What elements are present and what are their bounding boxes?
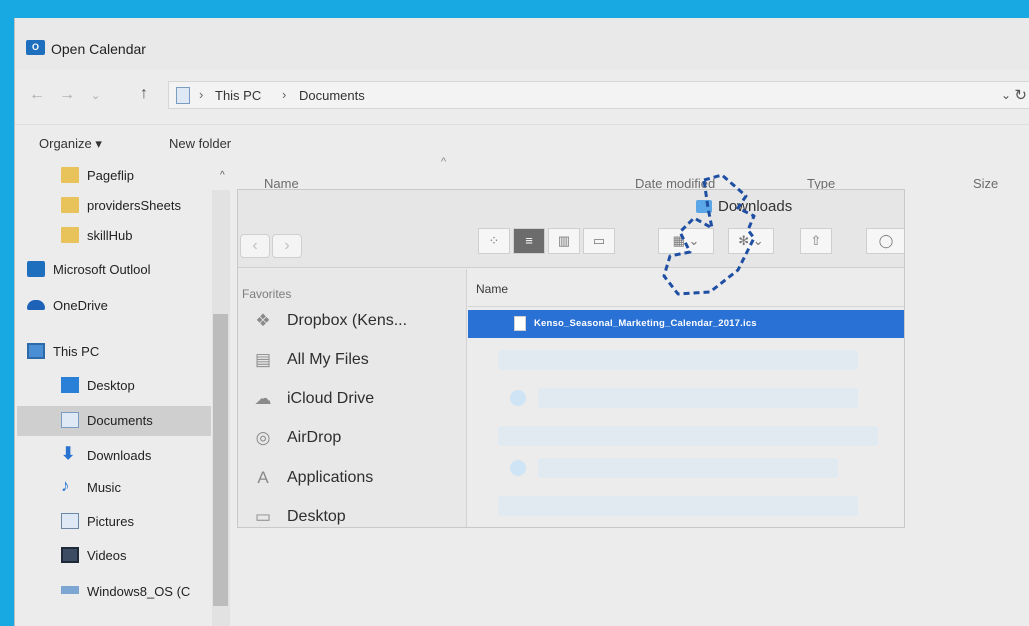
- blurred-file-row: [538, 458, 838, 478]
- nav-item-label: Microsoft Outlool: [53, 262, 151, 277]
- mac-finder-overlay: Downloads ‹ › ⁘ ≡ ▥ ▭ ▦ ⌄ ✻ ⌄ ⇧ ◯ Favori…: [237, 189, 905, 528]
- scroll-up-icon[interactable]: ^: [220, 170, 225, 181]
- sidebar-item-label: iCloud Drive: [287, 390, 375, 407]
- applications-icon: A: [257, 468, 269, 487]
- share-icon[interactable]: ⇧: [800, 228, 832, 254]
- nav-item-label: providersSheets: [87, 198, 181, 213]
- dropbox-icon: ❖: [255, 311, 271, 330]
- column-view-button[interactable]: ▥: [548, 228, 580, 254]
- sidebar-item-label: Applications: [287, 469, 374, 486]
- pictures-icon: [61, 513, 79, 529]
- blurred-file-icon: [510, 460, 526, 476]
- sort-caret-icon: ^: [441, 156, 447, 168]
- back-arrow-icon[interactable]: ←: [29, 86, 45, 104]
- nav-item-label: Pictures: [87, 514, 134, 529]
- hand-cursor-icon: [662, 173, 756, 296]
- airdrop-icon: ◎: [255, 428, 271, 447]
- command-bar: Organize ▾ New folder: [15, 124, 1029, 162]
- favorites-heading: Favorites: [242, 287, 292, 301]
- nav-item-label: Videos: [87, 548, 127, 563]
- organize-button[interactable]: Organize ▾: [39, 136, 102, 152]
- ics-file-icon: [514, 316, 526, 331]
- refresh-icon[interactable]: ↻: [1014, 86, 1027, 104]
- column-size[interactable]: Size: [973, 176, 998, 191]
- nav-item-label: This PC: [53, 344, 100, 359]
- address-row: ← → ⌄ ↑ › This PC › Documents ⌄ ↻: [15, 78, 1029, 114]
- selected-file-name: Kenso_Seasonal_Marketing_Calendar_2017.i…: [534, 318, 757, 329]
- cover-flow-button[interactable]: ▭: [583, 228, 615, 254]
- icon-view-button[interactable]: ⁘: [478, 228, 510, 254]
- blurred-file-row: [538, 388, 858, 408]
- nav-item-label: Windows8_OS (C: [87, 584, 191, 599]
- finder-forward-button[interactable]: ›: [272, 234, 302, 258]
- forward-arrow-icon[interactable]: →: [59, 86, 75, 104]
- blurred-file-row: [498, 496, 858, 516]
- folder-icon: [61, 167, 79, 183]
- blurred-file-row: [498, 426, 878, 446]
- outlook-icon: [27, 261, 45, 277]
- tag-button[interactable]: ◯: [866, 228, 904, 254]
- desktop-icon: ▭: [254, 507, 272, 526]
- folder-icon: [61, 197, 79, 213]
- new-folder-button[interactable]: New folder: [169, 136, 231, 151]
- nav-item-label: skillHub: [87, 228, 133, 243]
- files-icon: ▤: [254, 350, 272, 369]
- nav-item-label: Documents: [87, 413, 153, 428]
- title-bar: O Open Calendar: [15, 18, 1029, 70]
- nav-item-documents[interactable]: Documents: [17, 406, 211, 436]
- download-icon: ⬇: [61, 444, 76, 463]
- recent-locations-icon[interactable]: ⌄: [91, 89, 100, 102]
- computer-icon: [27, 343, 45, 359]
- address-bar[interactable]: › This PC › Documents ⌄ ↻: [168, 81, 1029, 109]
- videos-icon: [61, 547, 79, 563]
- desktop-icon: [61, 377, 79, 393]
- column-name: Name: [476, 282, 509, 296]
- cloud-icon: [27, 300, 45, 310]
- icloud-icon: ☁: [254, 389, 272, 408]
- finder-toolbar: Downloads ‹ › ⁘ ≡ ▥ ▭ ▦ ⌄ ✻ ⌄ ⇧ ◯: [238, 190, 904, 268]
- breadcrumb-separator: ›: [199, 87, 204, 102]
- list-view-button[interactable]: ≡: [513, 228, 545, 254]
- nav-scroll-thumb[interactable]: [213, 314, 228, 606]
- navigation-pane: ^ Pageflip providersSheets skillHub Micr…: [15, 164, 235, 626]
- finder-back-button[interactable]: ‹: [240, 234, 270, 258]
- nav-item-label: Downloads: [87, 448, 152, 463]
- nav-item-label: OneDrive: [53, 298, 108, 313]
- up-arrow-icon[interactable]: ↑: [140, 85, 148, 103]
- selected-file-row[interactable]: Kenso_Seasonal_Marketing_Calendar_2017.i…: [468, 310, 904, 338]
- documents-icon: [176, 87, 190, 104]
- folder-icon: [61, 227, 79, 243]
- sidebar-item-label: Dropbox (Kens...: [287, 312, 408, 329]
- breadcrumb-separator: ›: [282, 87, 287, 102]
- breadcrumb-documents[interactable]: Documents: [299, 88, 365, 103]
- breadcrumb-this-pc[interactable]: This PC: [215, 88, 261, 103]
- blurred-file-icon: [510, 390, 526, 406]
- sidebar-item-label: All My Files: [287, 351, 369, 368]
- sidebar-item-label: AirDrop: [287, 429, 342, 446]
- blurred-file-row: [498, 350, 858, 370]
- documents-icon: [61, 412, 79, 428]
- nav-item-label: Desktop: [87, 378, 135, 393]
- sidebar-item-label: Desktop: [287, 508, 346, 525]
- nav-item-label: Pageflip: [87, 168, 134, 183]
- nav-item-label: Music: [87, 480, 121, 495]
- chevron-down-icon[interactable]: ⌄: [1001, 88, 1011, 102]
- window-title: Open Calendar: [51, 41, 146, 57]
- drive-icon: [61, 586, 79, 594]
- music-icon: ♪: [61, 476, 70, 495]
- outlook-icon: O: [26, 40, 45, 55]
